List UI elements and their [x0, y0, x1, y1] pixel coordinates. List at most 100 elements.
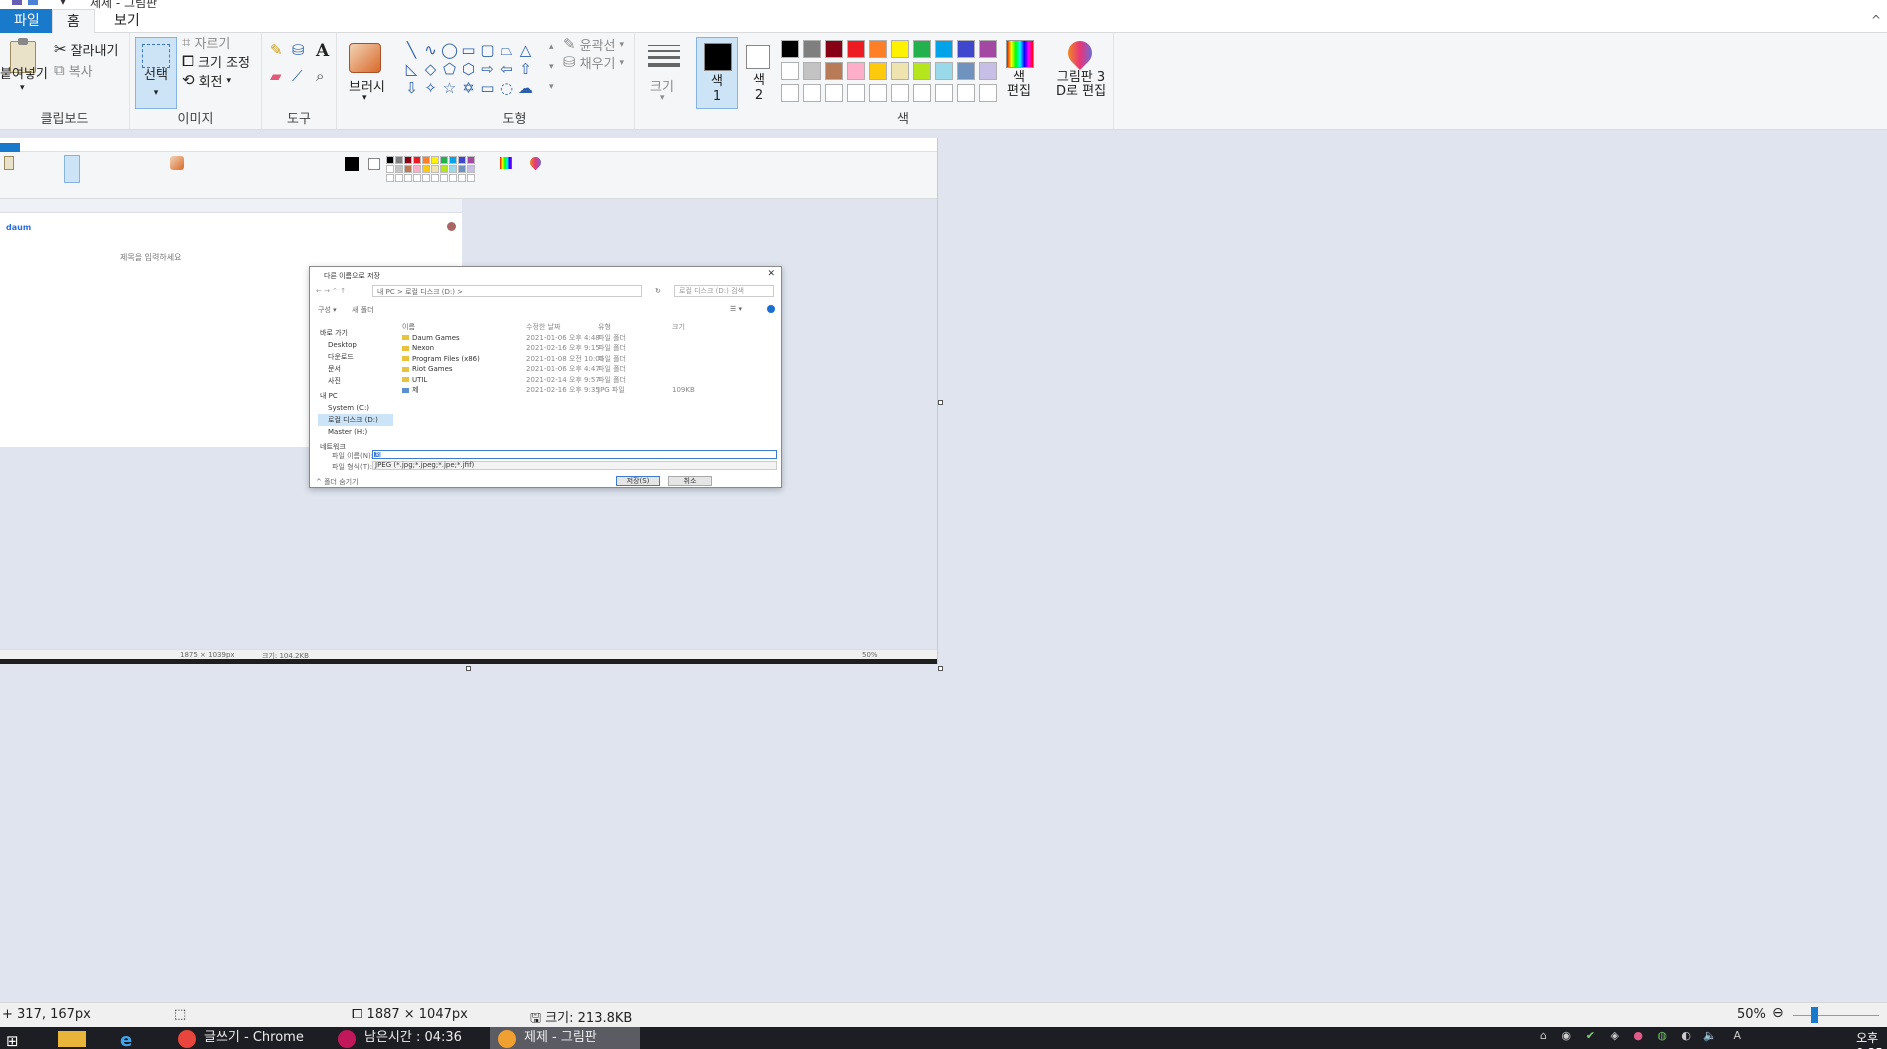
file-row[interactable]: Daum Games 2021-01-06 오후 4:48 파일 폴더 [398, 333, 778, 344]
outline-button[interactable]: ✎ 윤곽선 ▾ [563, 35, 624, 55]
oval-shape-icon[interactable]: ◯ [440, 41, 459, 60]
windows-start-icon[interactable]: ⊞ [6, 1032, 19, 1049]
palette-swatch[interactable] [781, 62, 799, 80]
zoom-out-icon[interactable]: ⊖ [1772, 1005, 1784, 1021]
brushes-dropdown-icon[interactable]: ▾ [362, 93, 367, 103]
dialog-view-options-icon[interactable]: ☰ ▾ [730, 305, 742, 313]
shapes-gallery[interactable]: ╲ ∿ ◯ ▭ ▢ ⏢ △ ◺ ◇ ⬠ ⬡ ⇨ ⇦ ⇧ ⇩ ✧ ☆ ✡ ▭ ◌ ☁ [402, 41, 552, 98]
palette-swatch[interactable] [869, 40, 887, 58]
filename-input[interactable]: 제 [372, 450, 777, 459]
dialog-new-folder-button[interactable]: 새 폴더 [352, 305, 374, 315]
hexagon-shape-icon[interactable]: ⬡ [459, 60, 478, 79]
canvas-resize-handle-right[interactable] [938, 400, 943, 405]
color-picker-icon[interactable]: ⟋ [292, 69, 303, 84]
dialog-nav-item[interactable]: 문서 [318, 363, 393, 375]
taskbar-item[interactable]: 제제 - 그림판 [490, 1027, 640, 1049]
col-type[interactable]: 유형 [598, 322, 672, 333]
pencil-icon[interactable]: ✎ [270, 43, 283, 58]
image-canvas[interactable]: daum 제목을 입력하세요 1875 × 1039px 크기: 104.2KB… [0, 138, 938, 664]
paste-button[interactable]: 붙여넣기 [0, 63, 48, 82]
quick-save-icon[interactable] [12, 0, 22, 5]
tray-shield-icon[interactable]: ◈ [1611, 1029, 1619, 1042]
line-shape-icon[interactable]: ╲ [402, 41, 421, 60]
dialog-file-list[interactable]: 이름 수정한 날짜 유형 크기 Daum Games 2021-01-06 오후 … [398, 322, 778, 396]
tray-check-icon[interactable]: ✔ [1586, 1029, 1595, 1042]
canvas-area[interactable]: daum 제목을 입력하세요 1875 × 1039px 크기: 104.2KB… [0, 130, 1887, 1002]
palette-swatch[interactable] [891, 62, 909, 80]
four-point-star-shape-icon[interactable]: ✧ [421, 79, 440, 98]
dialog-organize-button[interactable]: 구성 ▾ [318, 305, 337, 315]
dialog-nav-item[interactable]: Master (H:) [318, 426, 393, 438]
dialog-nav-item[interactable]: System (C:) [318, 402, 393, 414]
palette-swatch[interactable] [957, 40, 975, 58]
collapse-ribbon-icon[interactable]: ^ [1871, 13, 1881, 27]
file-row[interactable]: UTIL 2021-02-14 오후 9:57 파일 폴더 [398, 375, 778, 386]
triangle-shape-icon[interactable]: △ [516, 41, 535, 60]
cancel-button[interactable]: 취소 [668, 476, 712, 486]
color2-button[interactable]: 색 2 [738, 37, 780, 109]
color1-button[interactable]: 색 1 [696, 37, 738, 109]
palette-swatch[interactable] [913, 84, 931, 102]
shapes-scroll-icon[interactable]: ▴ ▾ ▾ [549, 37, 554, 97]
rectangle-shape-icon[interactable]: ▭ [459, 41, 478, 60]
edit-colors-button[interactable]: 색 편집 [1007, 71, 1031, 99]
save-button[interactable]: 저장(S) [616, 476, 660, 486]
file-row[interactable]: Program Files (x86) 2021-01-08 오전 10:05 파일… [398, 354, 778, 365]
hide-folders-toggle[interactable]: ^ 폴더 숨기기 [316, 477, 359, 487]
tray-volume-icon[interactable]: 🔈 [1703, 1029, 1717, 1042]
palette-swatch[interactable] [869, 84, 887, 102]
palette-swatch[interactable] [825, 40, 843, 58]
canvas-resize-handle-corner[interactable] [938, 666, 943, 671]
right-triangle-shape-icon[interactable]: ◺ [402, 60, 421, 79]
zoom-slider-thumb[interactable] [1811, 1007, 1818, 1023]
palette-swatch[interactable] [935, 40, 953, 58]
right-arrow-shape-icon[interactable]: ⇨ [478, 60, 497, 79]
tab-file[interactable]: 파일 [0, 9, 54, 33]
canvas-resize-handle-bottom[interactable] [466, 666, 471, 671]
palette-swatch[interactable] [913, 40, 931, 58]
fill-bucket-icon[interactable]: ⛁ [292, 43, 305, 58]
palette-swatch[interactable] [781, 84, 799, 102]
tab-home[interactable]: 홈 [52, 9, 95, 33]
palette-swatch[interactable] [847, 40, 865, 58]
dialog-help-icon[interactable] [767, 305, 775, 313]
dialog-nav-item[interactable]: Desktop [318, 339, 393, 351]
col-modified[interactable]: 수정한 날짜 [526, 322, 598, 333]
pentagon-shape-icon[interactable]: ⬠ [440, 60, 459, 79]
left-arrow-shape-icon[interactable]: ⇦ [497, 60, 516, 79]
zoom-slider-track[interactable] [1793, 1015, 1879, 1016]
edit-colors-icon[interactable] [1006, 40, 1034, 68]
eraser-icon[interactable]: ▰ [270, 69, 282, 84]
down-arrow-shape-icon[interactable]: ⇩ [402, 79, 421, 98]
callout-shape-icon[interactable]: ▭ [478, 79, 497, 98]
tray-network-icon[interactable]: ⌂ [1540, 1029, 1547, 1042]
taskbar-clock[interactable]: 오후 9:35 [1856, 1029, 1883, 1049]
dialog-close-icon[interactable]: ✕ [767, 269, 775, 279]
rotate-button[interactable]: ⟲ 회전 ▾ [182, 71, 231, 91]
up-arrow-shape-icon[interactable]: ⇧ [516, 60, 535, 79]
dialog-nav-item[interactable]: 내 PC [318, 390, 393, 402]
diamond-shape-icon[interactable]: ◇ [421, 60, 440, 79]
cloud-callout-shape-icon[interactable]: ☁ [516, 79, 535, 98]
edit-with-paint3d-button[interactable]: 그림판 3 D로 편집 [1056, 71, 1106, 99]
brush-icon[interactable] [349, 43, 381, 73]
rounded-rectangle-shape-icon[interactable]: ▢ [478, 41, 497, 60]
filetype-select[interactable]: JPEG (*.jpg;*.jpeg;*.jpe;*.jfif) [372, 461, 777, 470]
polygon-shape-icon[interactable]: ⏢ [497, 41, 516, 60]
tray-app2-icon[interactable]: ● [1633, 1029, 1643, 1042]
file-explorer-icon[interactable] [58, 1031, 86, 1047]
quick-undo-icon[interactable] [28, 0, 38, 5]
internet-explorer-icon[interactable]: e [120, 1030, 132, 1049]
dialog-address-bar[interactable]: 내 PC > 로컬 디스크 (D:) > [372, 285, 642, 297]
palette-swatch[interactable] [957, 62, 975, 80]
col-name[interactable]: 이름 [398, 322, 526, 333]
palette-swatch[interactable] [957, 84, 975, 102]
palette-swatch[interactable] [935, 62, 953, 80]
file-row[interactable]: Nexon 2021-02-16 오후 9:15 파일 폴더 [398, 343, 778, 354]
dialog-nav-item[interactable]: 사진 [318, 375, 393, 387]
palette-swatch[interactable] [869, 62, 887, 80]
size-lines-icon[interactable] [648, 45, 680, 71]
resize-button[interactable]: ⧠ 크기 조정 [182, 52, 250, 72]
six-point-star-shape-icon[interactable]: ✡ [459, 79, 478, 98]
palette-swatch[interactable] [979, 62, 997, 80]
